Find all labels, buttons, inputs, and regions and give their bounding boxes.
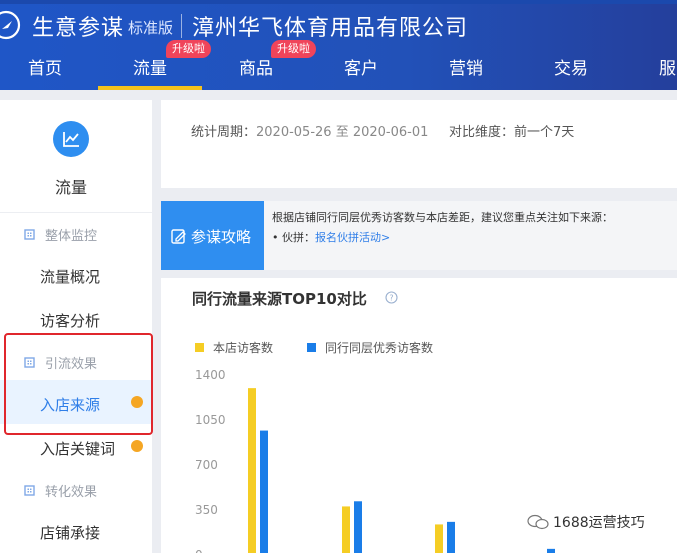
sidebar-group-overall-monitor: 整体监控 (24, 225, 97, 244)
nav-customers[interactable]: 客户 (344, 54, 378, 79)
compare-dimension-value[interactable]: 前一个7天 (514, 125, 574, 140)
compass-logo-icon (0, 10, 21, 40)
y-tick-label: 350 (195, 503, 218, 517)
bar-peer-store[interactable] (354, 501, 362, 553)
stats-period: 统计周期：2020-05-26 至 2020-06-01 (191, 121, 428, 140)
join-group-buy-link[interactable]: 报名伙拼活动> (315, 231, 390, 244)
strategy-bullet-label: 伙拼： (282, 231, 315, 244)
traffic-chart-icon (53, 121, 89, 157)
sidebar-group-label: 转化效果 (45, 485, 98, 500)
sidebar-group-conversion-effect: 转化效果 (24, 481, 97, 500)
compare-dimension-label: 对比维度： (449, 125, 515, 140)
nav-transactions[interactable]: 交易 (554, 54, 588, 79)
highlight-annotation-box (4, 333, 153, 435)
sidebar-title: 流量 (54, 178, 87, 197)
building-icon (24, 229, 35, 240)
legend-own-store: 本店访客数 (213, 340, 273, 355)
building-icon (24, 485, 35, 496)
sidebar-group-label: 整体监控 (45, 229, 98, 244)
strategy-panel: 参谋攻略 根据店铺同行同层优秀访客数与本店差距，建议您重点关注如下来源： • 伙… (161, 201, 677, 270)
bar-peer-store[interactable] (547, 548, 555, 553)
sidebar-item-traffic-overview[interactable]: 流量概况 (40, 266, 100, 287)
nav-products[interactable]: 商品 (239, 54, 273, 79)
top-header: 生意参谋 标准版 漳州华飞体育用品有限公司 首页 流量 升级啦 商品 升级啦 客… (0, 0, 677, 90)
sidebar: 流量 整体监控 流量概况 访客分析 引流效果 入店来源 入店关键词 转化效果 店… (0, 100, 152, 553)
bar-peer-store[interactable] (260, 430, 268, 553)
stats-period-label: 统计周期： (191, 125, 257, 140)
wechat-icon (527, 514, 549, 530)
brand-name[interactable]: 生意参谋 (32, 10, 124, 42)
nav-products-upgrade-badge: 升级啦 (271, 40, 316, 58)
nav-traffic-upgrade-badge: 升级啦 (166, 40, 211, 58)
bar-peer-store[interactable] (447, 521, 455, 553)
bar-own-store[interactable] (342, 506, 350, 553)
bar-own-store[interactable] (435, 524, 443, 553)
legend-swatch-own-store (195, 343, 204, 352)
stats-period-value[interactable]: 2020-05-26 至 2020-06-01 (256, 125, 428, 140)
top10-title: 同行流量来源TOP10对比 (192, 290, 367, 308)
strategy-bullet: • 伙拼：报名伙拼活动> (272, 229, 390, 245)
header-divider (181, 14, 182, 38)
nav-active-indicator (98, 86, 202, 90)
company-name: 漳州华飞体育用品有限公司 (192, 16, 469, 41)
header-top-stripe (0, 0, 677, 4)
edit-note-icon (171, 229, 186, 244)
svg-text:?: ? (389, 294, 393, 303)
y-tick-label: 0 (195, 548, 203, 553)
chart-bars (248, 388, 555, 553)
nav-marketing[interactable]: 营销 (449, 54, 483, 79)
wechat-watermark: 1688运营技巧 (527, 512, 645, 532)
y-tick-label: 1400 (195, 368, 226, 382)
sidebar-item-visitor-analysis[interactable]: 访客分析 (40, 310, 100, 331)
strategy-description: 根据店铺同行同层优秀访客数与本店差距，建议您重点关注如下来源： (272, 211, 613, 224)
strategy-tag: 参谋攻略 (161, 201, 264, 270)
legend-peer-store: 同行同层优秀访客数 (325, 340, 433, 355)
compare-dimension: 对比维度：前一个7天 (449, 121, 574, 140)
y-tick-label: 700 (195, 458, 218, 472)
nav-service-truncated[interactable]: 服 (659, 54, 676, 79)
bullet-dot: • (272, 231, 282, 244)
help-icon[interactable]: ? (385, 291, 398, 304)
edition-label: 标准版 (128, 19, 174, 37)
sidebar-item-store-keywords[interactable]: 入店关键词 (40, 438, 115, 459)
stats-period-panel: 统计周期：2020-05-26 至 2020-06-01 对比维度：前一个7天 (161, 100, 677, 188)
y-axis-ticks: 1400 1050 700 350 0 (195, 368, 226, 553)
bar-own-store[interactable] (248, 388, 256, 553)
nav-traffic[interactable]: 流量 (133, 54, 167, 79)
strategy-tag-label: 参谋攻略 (191, 228, 252, 246)
y-tick-label: 1050 (195, 413, 226, 427)
top10-panel: 同行流量来源TOP10对比 ? (161, 278, 677, 322)
nav-home[interactable]: 首页 (28, 54, 62, 79)
sidebar-item-store-reception[interactable]: 店铺承接 (40, 522, 100, 543)
sidebar-divider (0, 212, 152, 213)
notification-dot (131, 440, 143, 452)
watermark-text: 1688运营技巧 (553, 515, 645, 531)
legend-swatch-peer-store (307, 343, 316, 352)
